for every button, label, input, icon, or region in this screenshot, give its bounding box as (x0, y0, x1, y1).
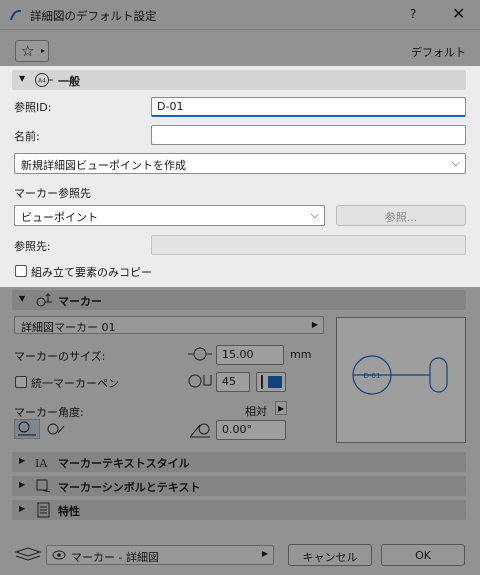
properties-title: 特性 (58, 505, 80, 518)
rotate-with-view-icon[interactable] (14, 419, 40, 439)
marker-ref-label: マーカー参照先 (14, 187, 91, 200)
arrow-right-icon: ▶ (261, 549, 268, 558)
ref-id-input[interactable]: D-01 (151, 97, 466, 117)
triangle-right-icon: ▶ (19, 456, 26, 465)
layer-dropdown[interactable]: マーカー - 詳細図 ▶ (46, 545, 274, 565)
general-section-header[interactable]: ▼ A4 一般 (12, 70, 466, 90)
default-label: デフォルト (411, 46, 466, 59)
cancel-button[interactable]: キャンセル (288, 544, 372, 566)
general-section-highlight: ▼ A4 一般 参照ID: D-01 名前: 新規詳細図ビューポイントを作成 ⌵… (0, 66, 480, 287)
marker-preview-graphic: D-01 (352, 355, 448, 395)
close-button[interactable]: ✕ (452, 4, 465, 23)
pen-color-swatch (268, 376, 282, 388)
name-input[interactable] (151, 125, 466, 145)
fixed-angle-icon[interactable] (44, 421, 68, 439)
marker-angle-label: マーカー角度: (14, 406, 84, 419)
marker-angle-input[interactable]: 0.00° (216, 420, 286, 440)
general-section-title: 一般 (58, 75, 80, 88)
layer-value: マーカー - 詳細図 (71, 551, 159, 564)
ref-target-label: 参照先: (14, 240, 51, 253)
svg-text:A4: A4 (38, 78, 46, 85)
triangle-down-icon: ▼ (19, 74, 26, 83)
pen-color-swatch-button[interactable] (256, 372, 286, 392)
marker-text-style-section[interactable]: ▶ IA マーカーテキストスタイル (12, 452, 466, 472)
browse-button[interactable]: 参照... (336, 205, 466, 226)
name-label: 名前: (14, 130, 40, 143)
marker-type-dropdown[interactable]: 詳細図マーカー 01 ▶ (14, 316, 324, 334)
properties-section[interactable]: ▶ 特性 (12, 500, 466, 520)
arrow-right-icon: ▶ (311, 320, 318, 329)
triangle-right-icon: ▶ (19, 504, 26, 513)
uniform-pen-label: 統一マーカーペン (31, 377, 119, 390)
properties-icon (37, 502, 50, 518)
angle-mode-arrow-icon[interactable]: ▶ (275, 401, 287, 415)
size-unit-label: mm (290, 348, 312, 361)
ref-id-label: 参照ID: (14, 101, 52, 114)
ok-button[interactable]: OK (381, 544, 465, 566)
pen-number-input[interactable]: 45 (216, 372, 250, 392)
marker-size-label: マーカーのサイズ: (14, 350, 106, 363)
arrow-right-icon: ▸ (41, 46, 46, 55)
copy-elements-label: 組み立て要素のみコピー (31, 266, 152, 279)
eye-icon (52, 550, 66, 560)
layers-icon (14, 547, 42, 561)
marker-preview: D-01 (336, 317, 466, 443)
archicad-logo-icon (10, 9, 22, 21)
ref-target-input[interactable] (151, 235, 466, 255)
angle-mode-value[interactable]: 相対 (245, 403, 267, 419)
marker-ref-dropdown[interactable]: ビューポイント ⌵ (14, 205, 325, 226)
symbol-text-icon (36, 479, 51, 493)
marker-pen-icon (188, 374, 212, 388)
viewpoint-value: 新規詳細図ビューポイントを作成 (21, 159, 186, 172)
help-button[interactable]: ? (410, 7, 416, 21)
svg-text:IA: IA (35, 457, 48, 470)
title-bar: 詳細図のデフォルト設定 ? ✕ (0, 0, 480, 30)
marker-symbol-text-section[interactable]: ▶ マーカーシンボルとテキスト (12, 476, 466, 496)
triangle-down-icon: ▼ (19, 294, 26, 303)
marker-section-title: マーカー (58, 295, 102, 308)
pen-divider (261, 375, 263, 389)
text-style-icon: IA (35, 457, 48, 470)
triangle-right-icon: ▶ (19, 480, 26, 489)
marker-size-input[interactable]: 15.00 (216, 345, 284, 365)
star-icon: ☆ (21, 42, 35, 60)
marker-text-style-title: マーカーテキストスタイル (58, 457, 190, 470)
uniform-pen-checkbox[interactable] (15, 376, 27, 388)
angle-icon (189, 423, 210, 438)
marker-size-icon (188, 347, 212, 361)
marker-symbol-text-title: マーカーシンボルとテキスト (58, 481, 201, 494)
chevron-down-icon: ⌵ (451, 156, 460, 169)
marker-ref-value: ビューポイント (21, 211, 98, 224)
favorites-button[interactable]: ☆ ▸ (15, 40, 49, 62)
viewpoint-dropdown[interactable]: 新規詳細図ビューポイントを作成 ⌵ (14, 153, 466, 174)
preview-ref-text: D-01 (364, 372, 381, 380)
copy-elements-checkbox[interactable] (15, 265, 27, 277)
window-title: 詳細図のデフォルト設定 (30, 9, 157, 23)
marker-icon (36, 293, 52, 307)
chevron-down-icon: ⌵ (310, 208, 319, 221)
marker-section-header[interactable]: ▼ マーカー (12, 290, 466, 310)
marker-type-value: 詳細図マーカー 01 (21, 321, 116, 334)
general-icon: A4 (35, 73, 53, 87)
